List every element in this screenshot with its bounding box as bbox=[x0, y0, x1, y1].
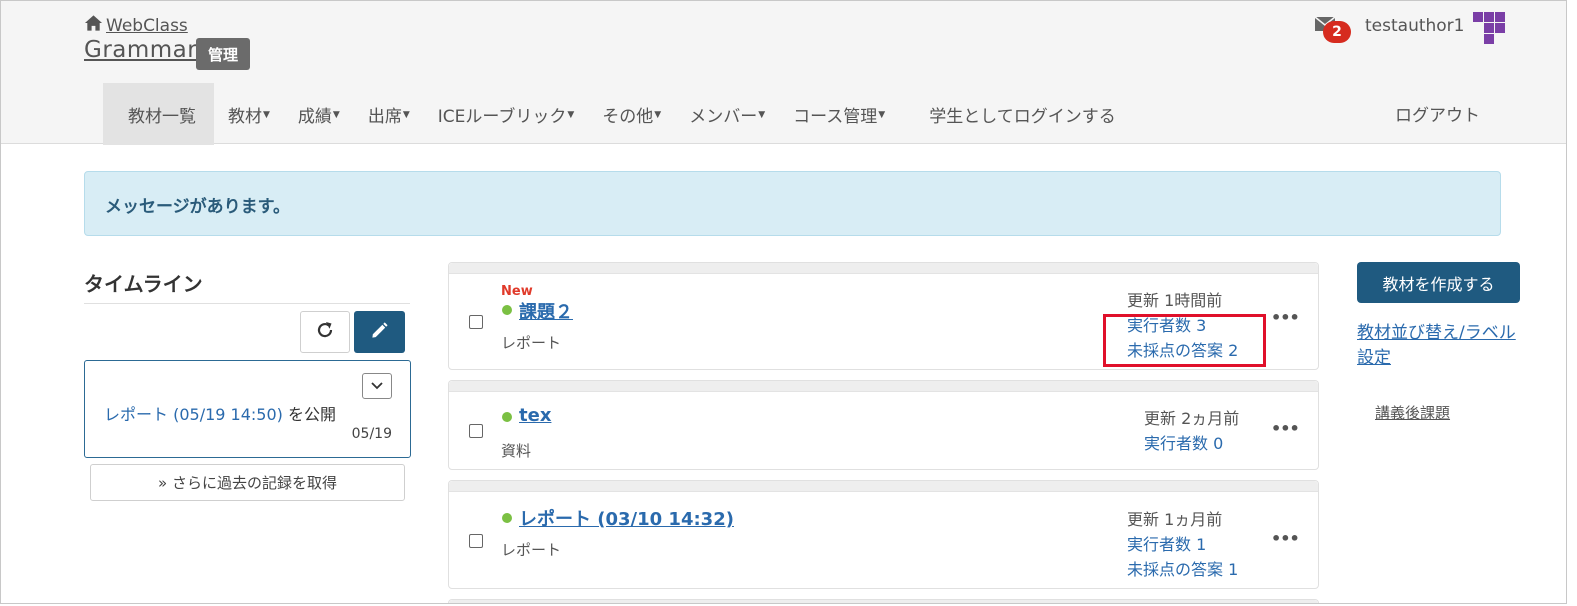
timeline-entry-date: 05/19 bbox=[351, 426, 392, 442]
divider bbox=[84, 303, 410, 304]
timeline-entry-suffix: を公開 bbox=[282, 405, 336, 424]
material-card: レポート (03/10 14:32) レポート 更新 1ヵ月前 実行者数 1 未… bbox=[448, 480, 1319, 589]
more-horizontal-icon[interactable]: ••• bbox=[1271, 308, 1300, 327]
username[interactable]: testauthor1 bbox=[1365, 16, 1465, 36]
card-strip bbox=[449, 600, 1318, 603]
status-dot bbox=[502, 305, 512, 315]
load-more-button[interactable]: » さらに過去の記録を取得 bbox=[90, 464, 405, 501]
admin-badge: 管理 bbox=[196, 38, 250, 70]
nav-item-grades[interactable]: 成績 ▼ bbox=[284, 83, 354, 145]
header: WebClass Grammar 管理 2 testauthor1 教材一覧 教… bbox=[1, 1, 1566, 145]
caret-down-icon: ▼ bbox=[332, 110, 340, 120]
status-dot bbox=[502, 412, 512, 422]
nav-item-material-list[interactable]: 教材一覧 bbox=[103, 83, 214, 145]
material-type: 資料 bbox=[501, 442, 532, 460]
material-type: レポート bbox=[501, 541, 562, 559]
nav-item-login-as-student[interactable]: 学生としてログインする bbox=[899, 83, 1130, 145]
nav-item-materials[interactable]: 教材 ▼ bbox=[214, 83, 284, 145]
nav-label: ICEルーブリック bbox=[437, 106, 567, 127]
caret-down-icon: ▼ bbox=[402, 110, 410, 120]
refresh-button[interactable] bbox=[300, 311, 350, 353]
timeline-entry: レポート (05/19 14:50) を公開 05/19 bbox=[84, 360, 411, 458]
card-strip bbox=[449, 381, 1318, 392]
material-checkbox[interactable] bbox=[469, 534, 483, 548]
caret-down-icon: ▼ bbox=[758, 110, 766, 120]
timeline-entry-text: レポート (05/19 14:50) を公開 bbox=[104, 401, 336, 425]
create-material-button[interactable]: 教材を作成する bbox=[1357, 262, 1520, 303]
nav-label: 成績 bbox=[297, 106, 332, 127]
edit-button[interactable] bbox=[354, 311, 405, 353]
highlight-box bbox=[1103, 314, 1266, 367]
chevron-down-icon bbox=[371, 379, 383, 393]
nav-label: 教材一覧 bbox=[128, 106, 196, 127]
refresh-icon bbox=[315, 320, 335, 344]
mail-count-badge[interactable]: 2 bbox=[1323, 21, 1351, 43]
caret-down-icon: ▼ bbox=[567, 110, 575, 120]
material-ungraded-link[interactable]: 未採点の答案 1 bbox=[1127, 560, 1238, 579]
nav-label: その他 bbox=[602, 106, 654, 127]
new-badge: New bbox=[501, 284, 533, 299]
nav-item-attendance[interactable]: 出席 ▼ bbox=[354, 83, 424, 145]
material-card: tex 資料 更新 2ヵ月前 実行者数 0 ••• bbox=[448, 380, 1319, 470]
material-updated: 更新 1ヵ月前 bbox=[1127, 510, 1223, 529]
more-horizontal-icon[interactable]: ••• bbox=[1271, 419, 1300, 438]
status-dot bbox=[502, 513, 512, 523]
message-alert: メッセージがあります。 bbox=[84, 171, 1501, 236]
home-link[interactable]: WebClass bbox=[84, 14, 188, 37]
nav-item-other[interactable]: その他 ▼ bbox=[588, 83, 675, 145]
material-title[interactable]: レポート (03/10 14:32) bbox=[519, 505, 734, 531]
page: WebClass Grammar 管理 2 testauthor1 教材一覧 教… bbox=[0, 0, 1567, 604]
timeline-entry-link[interactable]: レポート (05/19 14:50) bbox=[104, 405, 283, 424]
course-title[interactable]: Grammar bbox=[84, 37, 197, 63]
nav-label: 学生としてログインする bbox=[929, 106, 1116, 127]
message-alert-link[interactable]: メッセージがあります。 bbox=[105, 192, 290, 217]
label-filter-link[interactable]: 講義後課題 bbox=[1375, 402, 1450, 423]
material-type: レポート bbox=[501, 334, 562, 352]
material-updated: 更新 2ヵ月前 bbox=[1144, 409, 1240, 428]
timeline-toggle-button[interactable] bbox=[362, 373, 392, 399]
main-nav: 教材一覧 教材 ▼ 成績 ▼ 出席 ▼ ICEルーブリック ▼ その他 ▼ メンバー ▼ コ… bbox=[103, 83, 1130, 145]
card-strip bbox=[449, 481, 1318, 492]
material-title[interactable]: tex bbox=[519, 405, 551, 426]
material-card bbox=[448, 599, 1319, 603]
material-title[interactable]: 課題２ bbox=[519, 298, 573, 324]
material-executors-link[interactable]: 実行者数 1 bbox=[1127, 535, 1206, 554]
more-horizontal-icon[interactable]: ••• bbox=[1271, 529, 1300, 548]
nav-item-course-admin[interactable]: コース管理 ▼ bbox=[779, 83, 899, 145]
material-updated: 更新 1時間前 bbox=[1127, 291, 1223, 310]
logout-link[interactable]: ログアウト bbox=[1395, 101, 1480, 126]
material-checkbox[interactable] bbox=[469, 424, 483, 438]
timeline-title: タイムライン bbox=[84, 272, 203, 296]
material-executors-link[interactable]: 実行者数 0 bbox=[1144, 434, 1223, 453]
nav-item-ice-rubric[interactable]: ICEルーブリック ▼ bbox=[424, 83, 589, 145]
nav-label: メンバー bbox=[689, 106, 758, 127]
nav-label: 出席 bbox=[367, 106, 402, 127]
nav-item-members[interactable]: メンバー ▼ bbox=[675, 83, 779, 145]
caret-down-icon: ▼ bbox=[878, 110, 886, 120]
nav-label: コース管理 bbox=[793, 106, 878, 127]
card-strip bbox=[449, 263, 1318, 274]
sort-label-settings-link[interactable]: 教材並び替え/ラベル設定 bbox=[1357, 321, 1517, 371]
home-icon bbox=[84, 14, 103, 37]
nav-label: 教材 bbox=[228, 106, 262, 127]
caret-down-icon: ▼ bbox=[263, 110, 270, 120]
avatar[interactable] bbox=[1472, 11, 1506, 45]
caret-down-icon: ▼ bbox=[654, 110, 662, 120]
material-checkbox[interactable] bbox=[469, 315, 483, 329]
pencil-icon bbox=[370, 321, 389, 344]
home-label: WebClass bbox=[106, 15, 188, 36]
